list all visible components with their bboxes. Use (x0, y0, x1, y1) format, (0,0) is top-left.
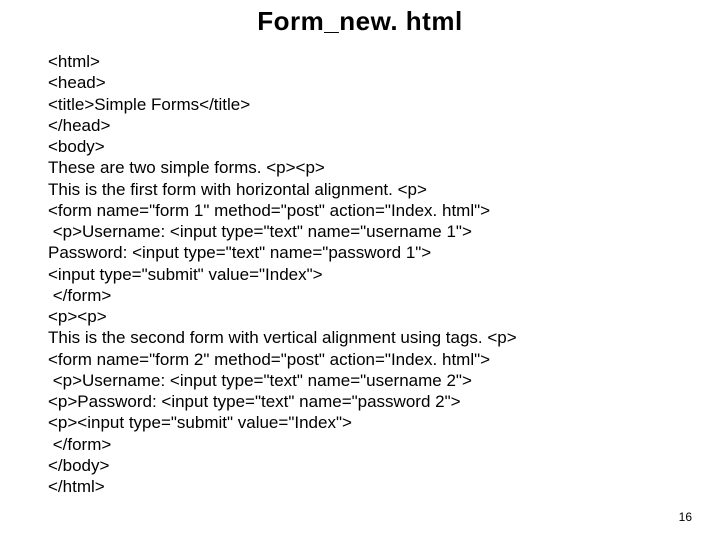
code-line: </body> (48, 455, 672, 476)
code-line: <p>Username: <input type="text" name="us… (48, 221, 672, 242)
code-line: These are two simple forms. <p><p> (48, 157, 672, 178)
slide-title: Form_new. html (0, 0, 720, 51)
code-line: Password: <input type="text" name="passw… (48, 242, 672, 263)
code-line: </form> (48, 285, 672, 306)
code-line: <p><input type="submit" value="Index"> (48, 412, 672, 433)
code-line: <p>Password: <input type="text" name="pa… (48, 391, 672, 412)
code-line: </html> (48, 476, 672, 497)
code-line: </form> (48, 434, 672, 455)
code-line: <html> (48, 51, 672, 72)
code-block: <html> <head> <title>Simple Forms</title… (0, 51, 720, 497)
code-line: This is the first form with horizontal a… (48, 179, 672, 200)
code-line: <head> (48, 72, 672, 93)
page-number: 16 (679, 510, 692, 524)
code-line: <p>Username: <input type="text" name="us… (48, 370, 672, 391)
code-line: <title>Simple Forms</title> (48, 94, 672, 115)
code-line: <body> (48, 136, 672, 157)
code-line: <form name="form 1" method="post" action… (48, 200, 672, 221)
code-line: </head> (48, 115, 672, 136)
code-line: <form name="form 2" method="post" action… (48, 349, 672, 370)
code-line: <input type="submit" value="Index"> (48, 264, 672, 285)
code-line: This is the second form with vertical al… (48, 327, 672, 348)
code-line: <p><p> (48, 306, 672, 327)
